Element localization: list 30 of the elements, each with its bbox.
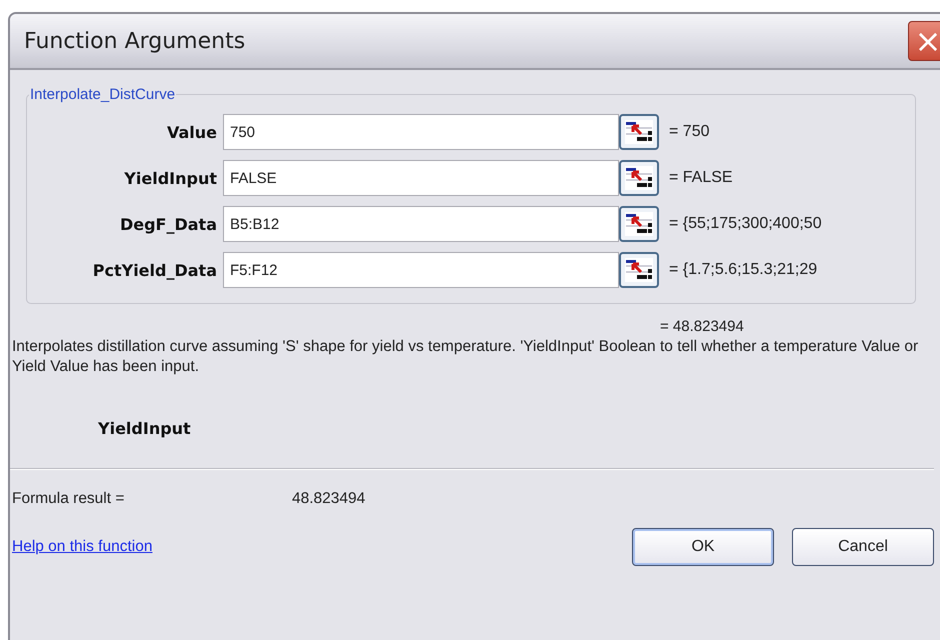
argument-field[interactable]: F5:F12 (223, 252, 619, 288)
argument-name: YieldInput (98, 419, 192, 438)
group-title: Interpolate_DistCurve (29, 86, 176, 103)
ok-button[interactable]: OK (632, 528, 774, 566)
range-select-icon (624, 119, 654, 145)
argument-field[interactable]: 750 (223, 114, 619, 150)
range-select-icon (624, 165, 654, 191)
argument-result: = {1.7;5.6;15.3;21;29 (669, 261, 818, 279)
range-select-button[interactable] (619, 252, 659, 288)
window-title: Function Arguments (24, 28, 246, 54)
argument-result: = FALSE (669, 169, 733, 187)
range-select-button[interactable] (619, 206, 659, 242)
help-link[interactable]: Help on this function (12, 538, 614, 556)
argument-field[interactable]: B5:B12 (223, 206, 619, 242)
formula-result-value: 48.823494 (292, 490, 366, 508)
argument-field[interactable]: FALSE (223, 160, 619, 196)
function-result: = 48.823494 (660, 318, 745, 335)
argument-result: = 750 (669, 123, 710, 141)
formula-result-label: Formula result = (12, 490, 126, 508)
argument-label: YieldInput (123, 168, 218, 188)
argument-result: = {55;175;300;400;50 (669, 215, 822, 233)
range-select-button[interactable] (619, 160, 659, 196)
function-description: Interpolates distillation curve assuming 'S' shape for yield vs temperature. 'YieldInput' Boolean to tell whether a temperature Value or Yield Value has been input. (12, 337, 920, 377)
argument-label: DegF_Data (118, 214, 218, 234)
argument-label: PctYield_Data (92, 260, 218, 280)
cancel-button[interactable]: Cancel (792, 528, 934, 566)
argument-label: Value (166, 122, 218, 142)
range-select-icon (624, 211, 654, 237)
range-select-icon (624, 257, 654, 283)
range-select-button[interactable] (619, 114, 659, 150)
